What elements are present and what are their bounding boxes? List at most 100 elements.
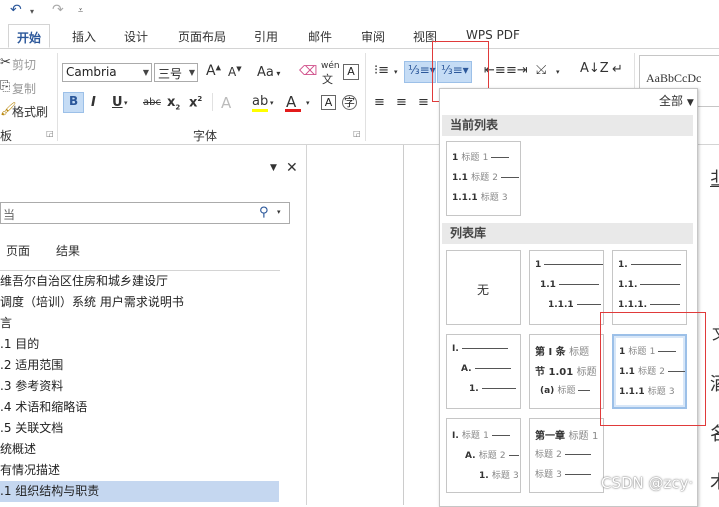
tab-review[interactable]: 审阅 [361, 28, 385, 45]
text-effects-icon[interactable]: A [221, 94, 231, 112]
change-case-button[interactable]: Aa ▾ [257, 65, 280, 80]
multilevel-list-gallery: 全部 ▼ 当前列表 1 标题 1 1.1 标题 2 1.1.1 标题 3 列表库… [439, 88, 698, 507]
pane-options-icon[interactable]: ▼ [270, 163, 277, 173]
search-dropdown-icon[interactable]: ▾ [277, 208, 281, 216]
superscript-icon[interactable]: x2 [189, 95, 202, 110]
phonetic-guide-button[interactable]: wén [321, 61, 340, 71]
align-right-icon[interactable]: ≡ [418, 95, 429, 110]
font-color-swatch [285, 109, 301, 112]
tab-home[interactable]: 开始 [8, 24, 51, 48]
tab-page-layout[interactable]: 页面布局 [178, 28, 226, 45]
font-color-dropdown-icon[interactable]: ▾ [306, 99, 310, 107]
navigation-pane: ▼ ✕ 当 ⚲ ▾ 页面 结果 维吾尔自治区住房和城乡建设厅 调度（培训）系统 … [0, 145, 307, 505]
redo-icon[interactable]: ↷ [52, 2, 64, 18]
subscript-icon[interactable]: x2 [167, 95, 180, 112]
strikethrough-icon[interactable]: abc [143, 97, 161, 108]
font-name-combo[interactable]: Cambria ▼ [62, 63, 152, 82]
doc-text-fragment: 名 [710, 420, 719, 446]
doc-text-fragment: 术 [710, 468, 719, 494]
shrink-font-icon[interactable]: A▼ [228, 65, 242, 79]
tab-results[interactable]: 结果 [56, 242, 80, 259]
bold-icon: B [69, 94, 79, 108]
font-size-combo[interactable]: 三号 ▼ [154, 63, 198, 82]
grow-font-icon[interactable]: A▲ [206, 63, 221, 79]
enclose-characters-icon[interactable]: 字 [342, 95, 357, 110]
nav-heading-item[interactable]: .3 参考资料 [0, 376, 279, 397]
list-library-none[interactable]: 无 [446, 250, 521, 325]
nav-heading-item-selected[interactable]: .1 组织结构与职责 [0, 481, 279, 502]
clipboard-launcher-icon[interactable]: ◲ [46, 129, 54, 138]
style-preview: AaBbCcDc [646, 71, 702, 85]
search-icon[interactable]: ⚲ [259, 205, 269, 220]
list-library-roman[interactable]: Ⅰ. A. 1. [446, 334, 521, 409]
sort-icon[interactable]: A↓Z [580, 61, 609, 76]
search-input[interactable]: 当 [3, 206, 15, 223]
list-library-header: 列表库 [442, 223, 693, 244]
nav-heading-item[interactable]: .5 关联文档 [0, 418, 279, 439]
doc-text-fragment: 酒 [710, 370, 719, 396]
increase-indent-icon[interactable]: ≡⇥ [506, 63, 528, 78]
watermark: CSDN @zcy· [601, 474, 694, 492]
gallery-filter-dropdown[interactable]: 全部 ▼ [659, 92, 694, 109]
character-shading-icon[interactable]: A [321, 95, 336, 110]
customize-icon[interactable]: ⩡ [78, 6, 83, 16]
tab-references[interactable]: 引用 [254, 28, 278, 45]
undo-dropdown-icon[interactable]: ▾ [30, 7, 34, 16]
highlight-color-swatch [252, 109, 268, 112]
show-marks-icon[interactable]: ↵ [612, 62, 623, 77]
cut-button[interactable]: 剪切 [12, 56, 36, 73]
none-label: 无 [477, 283, 490, 297]
search-box[interactable]: 当 ⚲ ▾ [0, 202, 290, 224]
group-separator [365, 53, 366, 141]
bold-button[interactable]: B [63, 92, 84, 113]
list-library-roman-heading[interactable]: Ⅰ. 标题 1 A. 标题 2 1. 标题 3 [446, 418, 521, 493]
tab-design[interactable]: 设计 [124, 28, 148, 45]
tab-mailings[interactable]: 邮件 [308, 28, 332, 45]
tab-wps-pdf[interactable]: WPS PDF [466, 28, 520, 42]
highlight-dropdown-icon[interactable]: ▾ [270, 99, 274, 107]
nav-heading-item[interactable]: 统概述 [0, 439, 279, 460]
bullets-icon[interactable]: ⁝≡ [374, 63, 389, 78]
nav-heading-item[interactable]: .1 目的 [0, 334, 279, 355]
italic-icon[interactable]: I [91, 95, 96, 110]
font-launcher-icon[interactable]: ◲ [353, 129, 361, 138]
ribbon-tabs: 开始 插入 设计 页面布局 引用 邮件 审阅 视图 WPS PDF [0, 24, 719, 49]
copy-icon: ⎘ [0, 79, 11, 94]
format-painter-button[interactable]: 格式刷 [12, 103, 48, 120]
chevron-down-icon: ▼ [142, 68, 149, 77]
nav-heading-item[interactable]: .4 术语和缩略语 [0, 397, 279, 418]
font-group-label: 字体 [193, 129, 218, 143]
tab-pages[interactable]: 页面 [6, 242, 30, 259]
tab-insert[interactable]: 插入 [72, 28, 96, 45]
underline-icon[interactable]: U [112, 95, 123, 110]
chinese-layout-icon[interactable]: ⤩ [536, 63, 546, 78]
character-border-icon[interactable]: A [343, 64, 359, 80]
chinese-layout-dropdown-icon[interactable]: ▾ [556, 68, 560, 76]
cut-icon: ✂ [0, 55, 11, 70]
list-library-article[interactable]: 第 Ⅰ 条 标题 节 1.01 标题 (a) 标题 [529, 334, 604, 409]
chevron-down-icon: ▼ [188, 68, 195, 77]
clear-format-icon[interactable]: ⌫ [299, 64, 317, 79]
close-icon[interactable]: ✕ [286, 160, 298, 176]
change-case-label: Aa [257, 65, 274, 80]
bullets-dropdown-icon[interactable]: ▾ [394, 68, 398, 76]
copy-button[interactable]: 复制 [12, 80, 36, 97]
clipboard-group-label: 板 [0, 129, 13, 143]
nav-heading-item[interactable]: 有情况描述 [0, 460, 279, 481]
underline-dropdown-icon[interactable]: ▾ [124, 99, 128, 107]
current-list-header: 当前列表 [442, 115, 693, 136]
nav-heading-item[interactable]: 调度（培训）系统 用户需求说明书 [0, 292, 279, 313]
align-left-icon[interactable]: ≡ [374, 95, 385, 110]
selected-style-highlight-box [600, 312, 706, 426]
nav-heading-item[interactable]: .2 适用范围 [0, 355, 279, 376]
highlight-icon[interactable]: ab [252, 94, 268, 109]
doc-text-fragment: 丠 [710, 165, 719, 191]
list-library-numeric[interactable]: 1 1.1 1.1.1 [529, 250, 604, 325]
nav-heading-item[interactable]: 言 [0, 313, 279, 334]
current-list-cell[interactable]: 1 标题 1 1.1 标题 2 1.1.1 标题 3 [446, 141, 521, 216]
undo-icon[interactable]: ↶ [10, 2, 22, 18]
nav-heading-item[interactable]: 维吾尔自治区住房和城乡建设厅 [0, 271, 279, 292]
list-library-chapter[interactable]: 第一章 标题 1 标题 2 标题 3 [529, 418, 604, 493]
align-center-icon[interactable]: ≡ [396, 95, 407, 110]
gallery-filter-label: 全部 [659, 94, 684, 108]
